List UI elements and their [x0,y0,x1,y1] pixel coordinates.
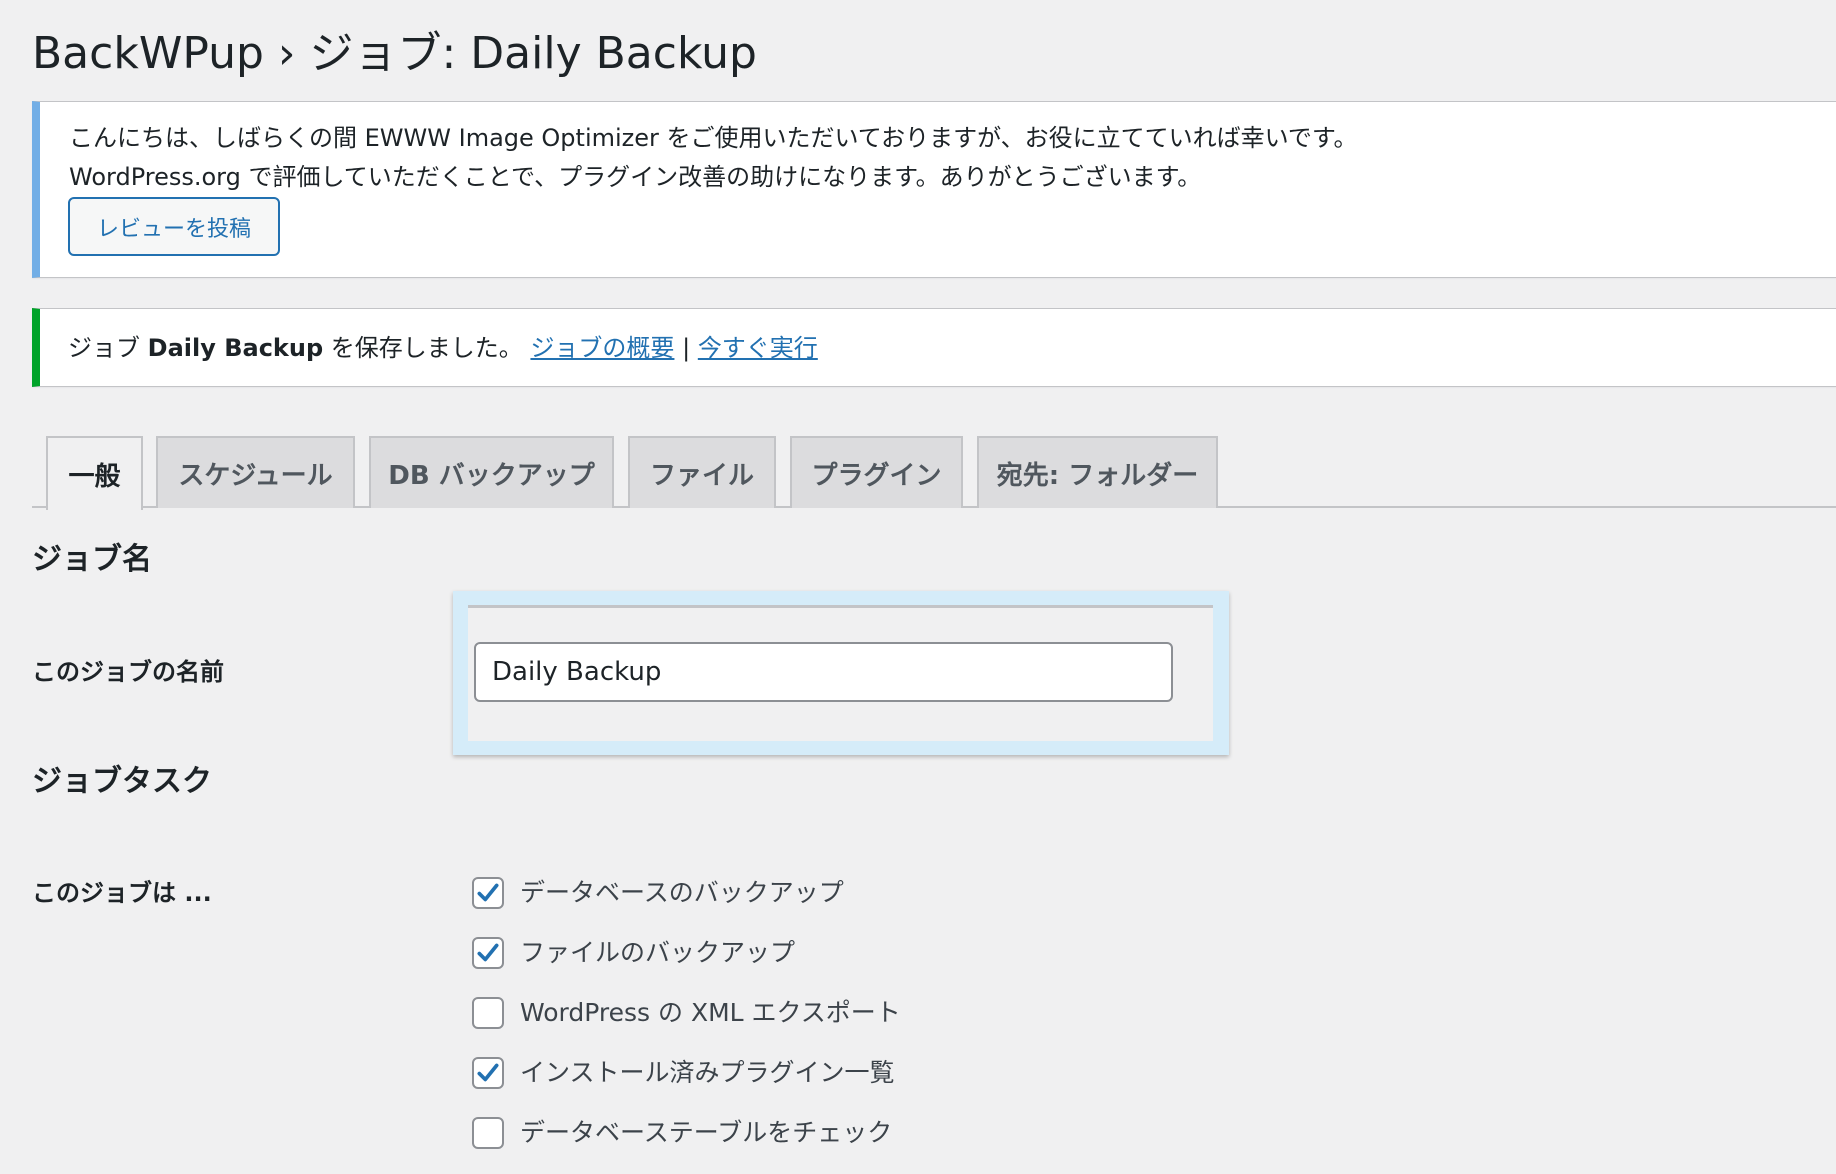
task-wordpress-xml-export[interactable]: WordPress の XML エクスポート [472,996,901,1030]
tab-schedule[interactable]: スケジュール [156,436,355,508]
task-database-backup[interactable]: データベースのバックアップ [472,876,844,910]
tab-general[interactable]: 一般 [46,436,143,510]
job-saved-name: Daily Backup [147,334,324,362]
tab-destination-folder[interactable]: 宛先: フォルダー [977,436,1218,508]
task-label: WordPress の XML エクスポート [520,998,901,1027]
job-tasks-heading: ジョブタスク [32,764,212,799]
task-label: データベーステーブルをチェック [520,1118,893,1147]
task-check-database-tables-checkbox[interactable] [472,1117,504,1149]
tab-plugins[interactable]: プラグイン [790,436,963,508]
job-tasks-label: このジョブは ... [32,879,212,907]
post-review-button[interactable]: レビューを投稿 [68,197,280,256]
job-saved-prefix: ジョブ [68,334,140,362]
task-file-backup-checkbox[interactable] [472,937,504,969]
task-check-database-tables[interactable]: データベーステーブルをチェック [472,1116,892,1150]
checkmark-icon [477,883,499,902]
task-label: ファイルのバックアップ [520,938,796,967]
run-now-link[interactable]: 今すぐ実行 [698,334,818,362]
review-notice-line-2: WordPress.org で評価していただくことで、プラグイン改善の助けになり… [69,163,1202,191]
link-separator: | [682,334,691,362]
task-installed-plugins-list-checkbox[interactable] [472,1057,504,1089]
tab-files[interactable]: ファイル [628,436,776,508]
task-label: インストール済みプラグイン一覧 [520,1058,895,1087]
checkmark-icon [477,943,499,962]
task-wordpress-xml-export-checkbox[interactable] [472,997,504,1029]
checkmark-icon [477,1063,499,1082]
job-saved-message: ジョブ Daily Backup を保存しました。 ジョブの概要 | 今すぐ実行 [68,328,818,368]
task-installed-plugins-list[interactable]: インストール済みプラグイン一覧 [472,1056,895,1090]
job-saved-suffix: を保存しました。 [330,334,523,362]
task-database-backup-checkbox[interactable] [472,877,504,909]
job-name-input[interactable] [474,642,1173,702]
job-overview-link[interactable]: ジョブの概要 [530,334,674,362]
task-file-backup[interactable]: ファイルのバックアップ [472,936,795,970]
job-name-heading: ジョブ名 [32,542,152,577]
task-label: データベースのバックアップ [520,878,844,907]
tab-db-backup[interactable]: DB バックアップ [369,436,614,508]
page-title: BackWPup › ジョブ: Daily Backup [32,28,757,79]
job-name-label: このジョブの名前 [32,658,224,686]
review-notice-line-1: こんにちは、しばらくの間 EWWW Image Optimizer をご使用いた… [69,124,1358,152]
